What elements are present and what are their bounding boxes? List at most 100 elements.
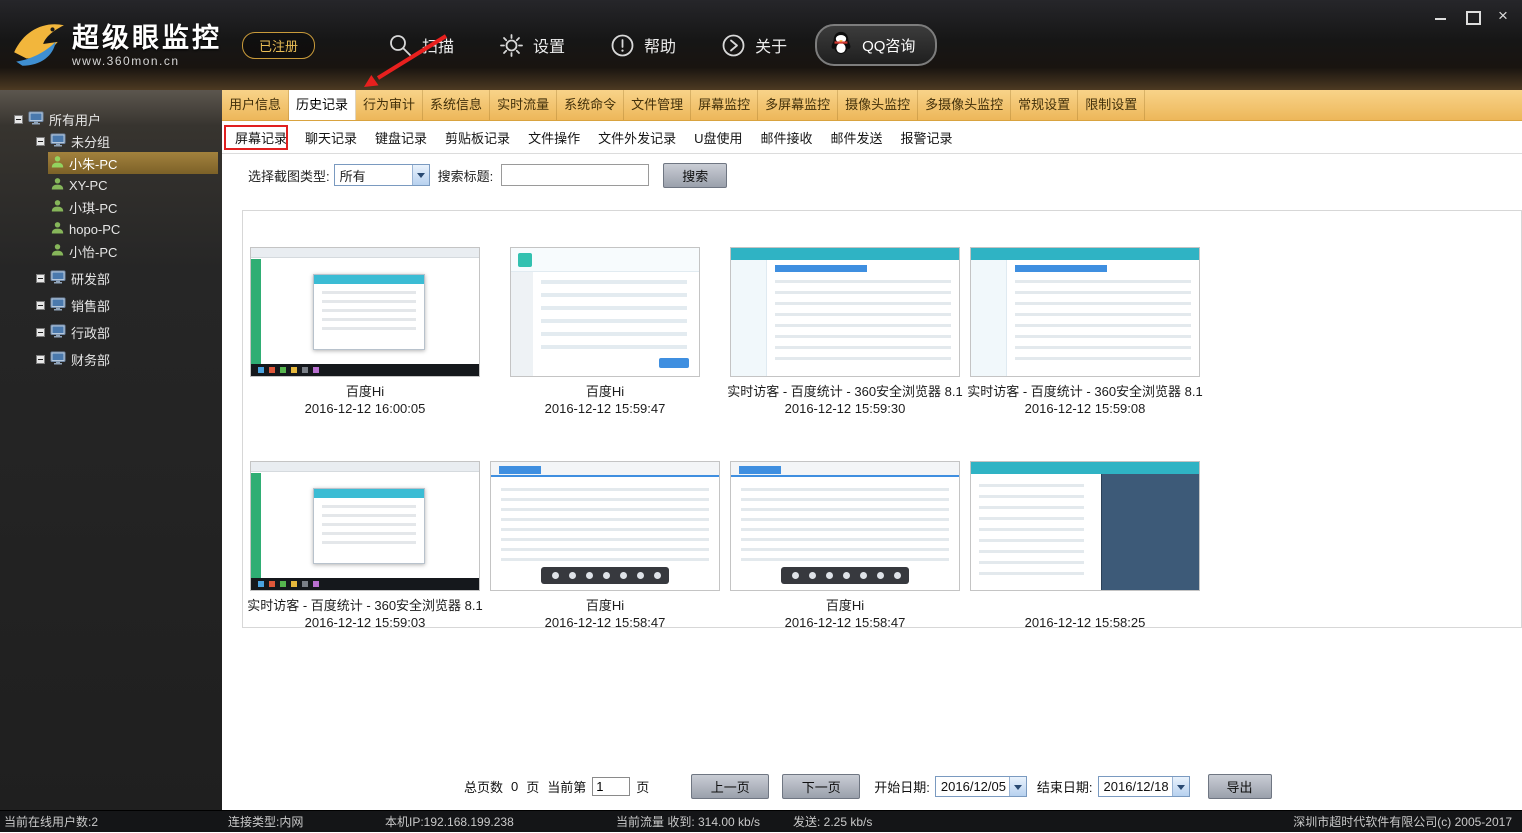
dropdown-icon[interactable] — [1172, 777, 1189, 796]
next-page-button[interactable]: 下一页 — [782, 774, 860, 799]
qq-consult-button[interactable]: QQ咨询 — [815, 24, 937, 66]
screenshot-type-value: 所有 — [335, 166, 412, 185]
tree-item-computer[interactable]: hopo-PC — [48, 218, 218, 240]
screenshot-item[interactable]: 实时访客 - 百度统计 - 360安全浏览器 8.1 2016-12-12 15… — [965, 247, 1205, 417]
search-button[interactable]: 搜索 — [663, 163, 727, 188]
tree-item-computer[interactable]: 小怡-PC — [48, 240, 218, 262]
tree-item-computer[interactable]: 小朱-PC — [48, 152, 218, 174]
tab-realtime-traffic[interactable]: 实时流量 — [490, 90, 557, 120]
subtab-chat-records[interactable]: 聊天记录 — [296, 128, 366, 147]
tree-label: 研发部 — [71, 269, 110, 288]
screenshot-item[interactable]: 百度Hi 2016-12-12 15:59:47 — [485, 247, 725, 417]
collapse-icon[interactable] — [36, 328, 45, 337]
screenshot-item[interactable]: 2016-12-12 15:58:25 — [965, 461, 1205, 628]
tab-file-manager[interactable]: 文件管理 — [624, 90, 691, 120]
tab-system-command[interactable]: 系统命令 — [557, 90, 624, 120]
collapse-icon[interactable] — [36, 355, 45, 364]
tree-item-group[interactable]: 行政部 — [0, 321, 222, 343]
collapse-icon[interactable] — [36, 137, 45, 146]
user-icon — [51, 243, 64, 259]
subtab-screen-records[interactable]: 屏幕记录 — [226, 128, 296, 147]
tab-history[interactable]: 历史记录 — [289, 90, 356, 120]
screenshot-type-select[interactable]: 所有 — [334, 164, 430, 186]
prev-page-button[interactable]: 上一页 — [691, 774, 769, 799]
tree-item-group[interactable]: 销售部 — [0, 294, 222, 316]
start-date-value: 2016/12/05 — [936, 779, 1009, 794]
minimize-button[interactable] — [1434, 9, 1448, 23]
connection-type-status: 连接类型:内网 — [228, 811, 303, 833]
screenshot-grid: 百度Hi 2016-12-12 16:00:05 百度Hi 2016-12-12… — [243, 211, 1521, 628]
export-button[interactable]: 导出 — [1208, 774, 1272, 799]
settings-button[interactable]: 设置 — [498, 32, 565, 59]
about-button[interactable]: 关于 — [720, 32, 787, 59]
subtab-keystroke-records[interactable]: 键盘记录 — [366, 128, 436, 147]
subtab-file-operations[interactable]: 文件操作 — [519, 128, 589, 147]
collapse-icon[interactable] — [14, 115, 23, 124]
computer-icon — [50, 297, 66, 314]
tab-multi-camera-monitor[interactable]: 多摄像头监控 — [918, 90, 1011, 120]
subtab-clipboard-records[interactable]: 剪贴板记录 — [436, 128, 519, 147]
traffic-sent-status: 发送: 2.25 kb/s — [793, 811, 872, 833]
computer-icon — [50, 270, 66, 287]
pagination-bar: 总页数 0 页 当前第 页 上一页 下一页 开始日期: 2016/12/05 结… — [464, 774, 1272, 799]
scan-button[interactable]: 扫描 — [387, 32, 454, 59]
user-icon — [51, 155, 64, 171]
status-bar: 当前在线用户数:2 连接类型:内网 本机IP:192.168.199.238 当… — [0, 810, 1522, 832]
dropdown-icon[interactable] — [412, 165, 429, 185]
tree-item-all-users[interactable]: 所有用户 — [0, 108, 222, 130]
copyright-text: 深圳市超时代软件有限公司(c) 2005-2017 — [1293, 811, 1512, 833]
screenshot-item[interactable]: 百度Hi 2016-12-12 16:00:05 — [245, 247, 485, 417]
current-page-input[interactable] — [592, 777, 630, 796]
thumb-decoration — [1015, 280, 1191, 368]
subtab-mail-received[interactable]: 邮件接收 — [751, 128, 821, 147]
maximize-button[interactable] — [1465, 9, 1479, 23]
thumb-decoration — [313, 488, 425, 564]
thumb-decoration — [511, 272, 533, 376]
help-button[interactable]: 帮助 — [609, 32, 676, 59]
collapse-icon[interactable] — [36, 301, 45, 310]
computer-icon — [28, 111, 44, 128]
end-date-select[interactable]: 2016/12/18 — [1098, 776, 1190, 797]
subtab-mail-sent[interactable]: 邮件发送 — [822, 128, 892, 147]
tab-behavior-audit[interactable]: 行为审计 — [356, 90, 423, 120]
computer-icon — [50, 133, 66, 150]
tab-restriction-settings[interactable]: 限制设置 — [1078, 90, 1145, 120]
screenshot-time: 2016-12-12 15:59:03 — [245, 614, 485, 628]
screenshot-title: 实时访客 - 百度统计 - 360安全浏览器 8.1 — [725, 383, 965, 400]
collapse-icon[interactable] — [36, 274, 45, 283]
about-icon — [720, 32, 747, 59]
tab-system-info[interactable]: 系统信息 — [423, 90, 490, 120]
screenshot-item[interactable]: 百度Hi 2016-12-12 15:58:47 — [485, 461, 725, 628]
screenshot-title: 百度Hi — [485, 383, 725, 400]
tree-item-computer[interactable]: 小琪-PC — [48, 196, 218, 218]
screenshot-title: 百度Hi — [725, 597, 965, 614]
screenshot-title: 百度Hi — [245, 383, 485, 400]
subtab-alarm-records[interactable]: 报警记录 — [892, 128, 962, 147]
tree-item-group[interactable]: 财务部 — [0, 348, 222, 370]
search-title-input[interactable] — [501, 164, 649, 186]
start-date-select[interactable]: 2016/12/05 — [935, 776, 1027, 797]
thumb-decoration — [511, 248, 699, 272]
thumb-decoration — [251, 578, 479, 590]
tab-user-info[interactable]: 用户信息 — [222, 90, 289, 120]
tree-item-group[interactable]: 研发部 — [0, 267, 222, 289]
close-button[interactable]: × — [1496, 9, 1510, 23]
screenshot-item[interactable]: 百度Hi 2016-12-12 15:58:47 — [725, 461, 965, 628]
tab-screen-monitor[interactable]: 屏幕监控 — [691, 90, 758, 120]
thumb-decoration — [251, 462, 479, 472]
tab-general-settings[interactable]: 常规设置 — [1011, 90, 1078, 120]
thumb-decoration — [1015, 265, 1107, 272]
tab-multi-screen-monitor[interactable]: 多屏幕监控 — [758, 90, 838, 120]
screenshot-time: 2016-12-12 15:58:47 — [485, 614, 725, 628]
thumb-decoration — [501, 488, 709, 562]
subtab-usb-usage[interactable]: U盘使用 — [685, 128, 751, 147]
tree-item-ungrouped[interactable]: 未分组 — [0, 130, 222, 152]
tree-item-computer[interactable]: XY-PC — [48, 174, 218, 196]
tab-camera-monitor[interactable]: 摄像头监控 — [838, 90, 918, 120]
subtab-file-outgoing-records[interactable]: 文件外发记录 — [589, 128, 685, 147]
screenshot-item[interactable]: 实时访客 - 百度统计 - 360安全浏览器 8.1 2016-12-12 15… — [725, 247, 965, 417]
thumb-decoration — [251, 473, 261, 578]
screenshot-item[interactable]: 实时访客 - 百度统计 - 360安全浏览器 8.1 2016-12-12 15… — [245, 461, 485, 628]
titlebar-menu: 扫描 设置 — [387, 32, 787, 59]
dropdown-icon[interactable] — [1009, 777, 1026, 796]
